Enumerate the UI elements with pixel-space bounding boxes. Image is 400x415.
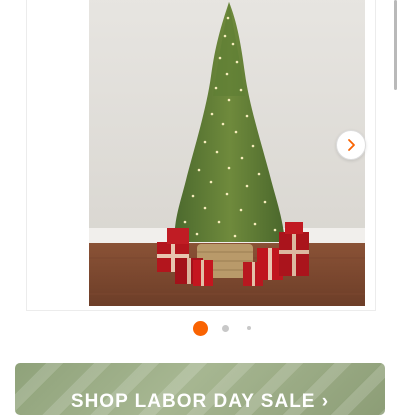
christmas-tree-photo: [89, 0, 365, 306]
banner-label: SHOP LABOR DAY SALE ›: [70, 391, 330, 412]
labor-day-sale-banner[interactable]: SHOP LABOR DAY SALE ›: [15, 363, 385, 415]
next-image-button[interactable]: [336, 130, 366, 160]
product-image-gallery: [26, 0, 376, 311]
product-image[interactable]: [89, 0, 365, 306]
carousel-pagination: [0, 320, 400, 338]
chevron-right-icon: [348, 139, 355, 151]
pagination-dot-1[interactable]: [193, 321, 208, 336]
pagination-dot-3[interactable]: [247, 326, 251, 330]
pagination-dot-2[interactable]: [222, 325, 229, 332]
scrollbar[interactable]: [394, 0, 397, 90]
